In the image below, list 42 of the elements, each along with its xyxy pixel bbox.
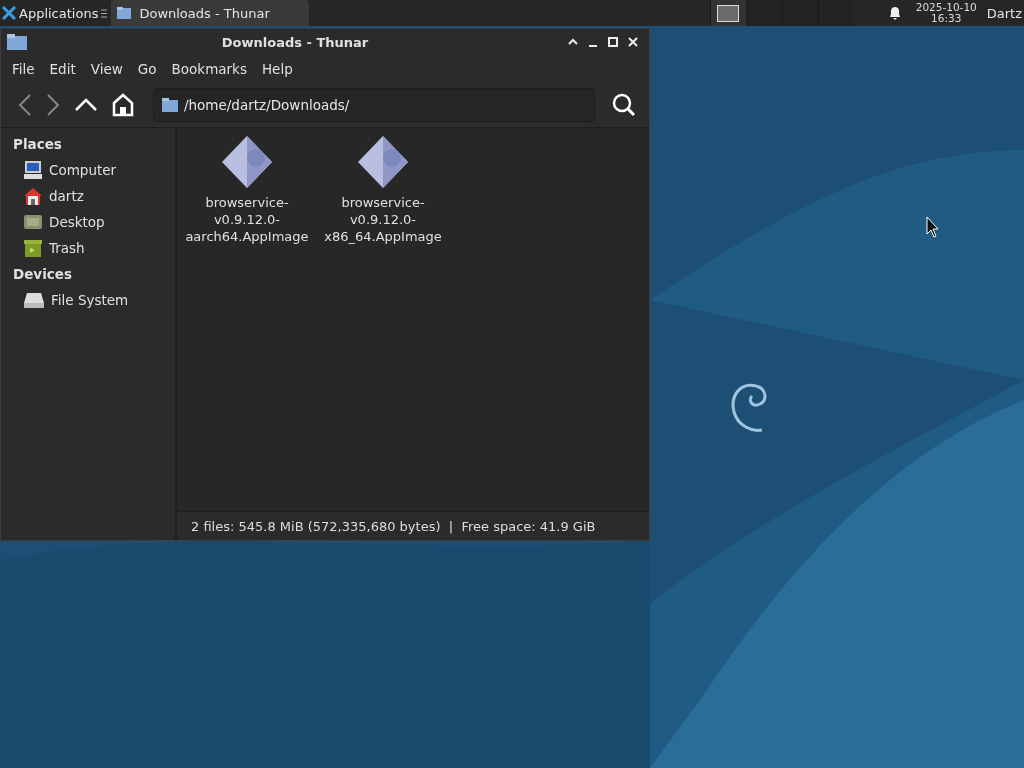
trash-icon bbox=[23, 238, 43, 258]
gear-diamond-icon bbox=[220, 134, 274, 190]
menu-icon bbox=[101, 8, 108, 18]
maximize-icon bbox=[608, 37, 618, 47]
taskbar-button[interactable]: Downloads - Thunar bbox=[111, 0, 310, 26]
menu-item[interactable]: Go bbox=[130, 61, 165, 77]
window-thumbnail bbox=[717, 4, 740, 22]
workspace-button[interactable] bbox=[709, 0, 746, 26]
menu-item[interactable]: View bbox=[83, 61, 131, 77]
sidebar-heading: Devices bbox=[12, 265, 73, 284]
menu-item[interactable]: Help bbox=[254, 61, 301, 77]
sidebar-item[interactable]: Desktop bbox=[1, 209, 175, 235]
mouse-pointer-icon bbox=[926, 216, 940, 238]
sidebar-item[interactable]: dartz bbox=[1, 183, 175, 209]
clock[interactable]: 2025-10-10 16:33 bbox=[915, 2, 977, 24]
menu-item[interactable]: File bbox=[5, 61, 43, 77]
applications-menu[interactable]: Applications bbox=[0, 0, 112, 26]
file-item[interactable]: browservice-v0.9.12.0-aarch64.AppImage bbox=[183, 134, 311, 245]
user-name[interactable]: Dartz bbox=[986, 5, 1022, 21]
folder-icon bbox=[162, 98, 178, 112]
gear-diamond-icon bbox=[356, 134, 410, 190]
window-title: Downloads - Thunar bbox=[220, 34, 370, 50]
location-field[interactable]: /home/dartz/Downloads/ bbox=[153, 88, 595, 122]
sidebar-heading: Places bbox=[12, 135, 63, 154]
menu-item[interactable]: Bookmarks bbox=[164, 61, 255, 77]
file-item[interactable]: browservice-v0.9.12.0-x86_64.AppImage bbox=[319, 134, 447, 245]
sidebar-item[interactable]: Trash bbox=[1, 235, 175, 261]
menu-item[interactable]: Edit bbox=[42, 61, 84, 77]
folder-icon bbox=[117, 7, 132, 19]
bell-icon[interactable] bbox=[887, 5, 902, 21]
drive-icon bbox=[23, 291, 45, 309]
sidebar-item[interactable]: Computer bbox=[1, 157, 175, 183]
minimize-icon bbox=[588, 44, 598, 47]
close-icon bbox=[628, 37, 638, 47]
sidebar-item[interactable]: File System bbox=[1, 287, 175, 313]
house-icon bbox=[23, 186, 43, 206]
folder-icon bbox=[7, 34, 27, 50]
logo-icon bbox=[2, 6, 16, 20]
status-text: 2 files: 545.8 MiB (572,335,680 bytes) | Free space: 41.9 GiB bbox=[191, 518, 596, 534]
desktop-icon bbox=[23, 212, 43, 232]
computer-icon bbox=[23, 160, 43, 180]
caret-icon bbox=[568, 37, 578, 47]
